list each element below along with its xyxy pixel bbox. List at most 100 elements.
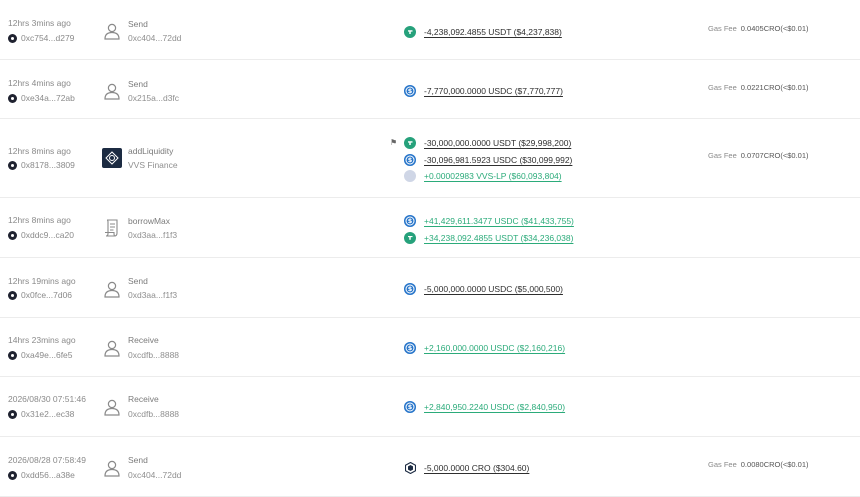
tx-hash[interactable]: 0x8178...3809	[8, 160, 75, 170]
user-icon	[101, 80, 123, 102]
transaction-list: 12hrs 3mins ago 0xc754...d279 Send 0xc40…	[0, 0, 860, 497]
tx-hash[interactable]: 0x0fce...7d06	[8, 290, 72, 300]
contract-icon	[101, 217, 123, 239]
tx-time: 12hrs 8mins ago	[8, 215, 71, 225]
tx-hash-text[interactable]: 0xc754...d279	[21, 33, 74, 43]
chain-icon	[8, 350, 17, 360]
tx-hash-text[interactable]: 0xdd56...a38e	[21, 470, 75, 480]
usdt-icon	[404, 137, 416, 150]
tx-hash[interactable]: 0xa49e...6fe5	[8, 350, 73, 360]
tx-hash[interactable]: 0xddc9...ca20	[8, 230, 74, 240]
counterparty-address[interactable]: 0xd3aa...f1f3	[128, 290, 177, 300]
token-transfer[interactable]: -7,770,000.0000 USDC ($7,770,777)	[404, 83, 563, 100]
token-transfer[interactable]: +41,429,611.3477 USDC ($41,433,755)	[404, 213, 574, 230]
transaction-row[interactable]: 12hrs 8mins ago 0xddc9...ca20 borrowMax …	[0, 198, 860, 258]
tx-hash-text[interactable]: 0xe34a...72ab	[21, 93, 75, 103]
token-transfer[interactable]: +34,238,092.4855 USDT ($34,236,038)	[404, 230, 574, 247]
token-transfer[interactable]: +0.00002983 VVS-LP ($60,093,804)	[404, 168, 572, 185]
tx-time: 14hrs 23mins ago	[8, 335, 76, 345]
action-name: Send	[128, 79, 148, 89]
token-amount[interactable]: -30,096,981.5923 USDC ($30,099,992)	[424, 155, 572, 165]
chain-icon	[8, 409, 17, 419]
counterparty-address[interactable]: 0xd3aa...f1f3	[128, 230, 177, 240]
user-icon	[101, 278, 123, 300]
usdt-icon	[404, 26, 416, 39]
token-amount[interactable]: +41,429,611.3477 USDC ($41,433,755)	[424, 216, 574, 226]
transaction-row[interactable]: 12hrs 19mins ago 0x0fce...7d06 Send 0xd3…	[0, 258, 860, 318]
usdc-icon	[404, 153, 416, 166]
token-transfer[interactable]: +2,840,950.2240 USDC ($2,840,950)	[404, 399, 565, 416]
chain-icon	[8, 33, 17, 43]
tx-hash-text[interactable]: 0xddc9...ca20	[21, 230, 74, 240]
user-icon	[101, 457, 123, 479]
counterparty-address[interactable]: 0xc404...72dd	[128, 33, 181, 43]
usdc-icon	[404, 215, 416, 228]
token-transfers: -4,238,092.4855 USDT ($4,237,838)	[404, 24, 562, 41]
transaction-row[interactable]: 14hrs 23mins ago 0xa49e...6fe5 Receive 0…	[0, 318, 860, 377]
token-transfer[interactable]: +2,160,000.0000 USDC ($2,160,216)	[404, 340, 565, 357]
tx-time: 2026/08/28 07:58:49	[8, 455, 86, 465]
counterparty-address[interactable]: VVS Finance	[128, 160, 178, 170]
gas-fee-label: Gas Fee	[708, 24, 737, 33]
token-transfer[interactable]: -30,000,000.0000 USDT ($29,998,200)	[404, 135, 572, 152]
transaction-row[interactable]: 12hrs 8mins ago 0x8178...3809 addLiquidi…	[0, 119, 860, 198]
transaction-row[interactable]: 12hrs 3mins ago 0xc754...d279 Send 0xc40…	[0, 0, 860, 60]
gas-fee: Gas Fee 0.0707CRO(<$0.01)	[708, 151, 809, 160]
chain-icon	[8, 230, 17, 240]
gas-fee-value: 0.0221CRO(<$0.01)	[740, 83, 809, 92]
tx-hash-text[interactable]: 0x8178...3809	[21, 160, 75, 170]
tx-time: 12hrs 3mins ago	[8, 18, 71, 28]
token-transfer[interactable]: -30,096,981.5923 USDC ($30,099,992)	[404, 152, 572, 169]
gas-fee-value: 0.0405CRO(<$0.01)	[740, 24, 809, 33]
flag-icon[interactable]: ⚑	[390, 138, 397, 147]
token-transfer[interactable]: -4,238,092.4855 USDT ($4,237,838)	[404, 24, 562, 41]
token-amount[interactable]: -30,000,000.0000 USDT ($29,998,200)	[424, 138, 571, 148]
chain-icon	[8, 93, 17, 103]
token-transfer[interactable]: -5,000,000.0000 USDC ($5,000,500)	[404, 281, 563, 298]
gas-fee-label: Gas Fee	[708, 83, 737, 92]
tx-time: 12hrs 8mins ago	[8, 146, 71, 156]
token-amount[interactable]: -4,238,092.4855 USDT ($4,237,838)	[424, 27, 562, 37]
tx-hash-text[interactable]: 0x0fce...7d06	[21, 290, 72, 300]
transaction-row[interactable]: 2026/08/28 07:58:49 0xdd56...a38e Send 0…	[0, 437, 860, 497]
tx-hash-text[interactable]: 0x31e2...ec38	[21, 409, 74, 419]
chain-icon	[8, 290, 17, 300]
counterparty-address[interactable]: 0x215a...d3fc	[128, 93, 179, 103]
token-amount[interactable]: +0.00002983 VVS-LP ($60,093,804)	[424, 171, 562, 181]
vvs-lp-icon	[404, 170, 416, 183]
tx-hash[interactable]: 0xe34a...72ab	[8, 93, 75, 103]
gas-fee-value: 0.0707CRO(<$0.01)	[740, 151, 809, 160]
transaction-row[interactable]: 12hrs 4mins ago 0xe34a...72ab Send 0x215…	[0, 60, 860, 119]
token-transfers: -30,000,000.0000 USDT ($29,998,200) -30,…	[404, 135, 572, 185]
counterparty-address[interactable]: 0xcdfb...8888	[128, 409, 179, 419]
gas-fee-value: 0.0080CRO(<$0.01)	[740, 460, 809, 469]
gas-fee-label: Gas Fee	[708, 460, 737, 469]
token-transfers: +2,160,000.0000 USDC ($2,160,216)	[404, 340, 565, 357]
tx-hash[interactable]: 0xc754...d279	[8, 33, 74, 43]
gas-fee: Gas Fee 0.0405CRO(<$0.01)	[708, 24, 809, 33]
action-name: addLiquidity	[128, 146, 174, 156]
tx-time: 12hrs 19mins ago	[8, 276, 76, 286]
token-amount[interactable]: +34,238,092.4855 USDT ($34,236,038)	[424, 233, 573, 243]
counterparty-address[interactable]: 0xcdfb...8888	[128, 350, 179, 360]
transaction-row[interactable]: 2026/08/30 07:51:46 0x31e2...ec38 Receiv…	[0, 377, 860, 437]
counterparty-address[interactable]: 0xc404...72dd	[128, 470, 181, 480]
token-amount[interactable]: +2,160,000.0000 USDC ($2,160,216)	[424, 343, 565, 353]
token-amount[interactable]: -5,000.0000 CRO ($304.60)	[424, 463, 529, 473]
action-name: Receive	[128, 335, 159, 345]
usdt-icon	[404, 231, 416, 244]
user-icon	[101, 396, 123, 418]
vvs-finance-logo	[102, 148, 122, 168]
token-amount[interactable]: -7,770,000.0000 USDC ($7,770,777)	[424, 86, 563, 96]
tx-hash[interactable]: 0x31e2...ec38	[8, 409, 74, 419]
usdc-icon	[404, 401, 416, 414]
action-name: borrowMax	[128, 216, 171, 226]
token-amount[interactable]: -5,000,000.0000 USDC ($5,000,500)	[424, 284, 563, 294]
gas-fee: Gas Fee 0.0221CRO(<$0.01)	[708, 83, 809, 92]
tx-hash[interactable]: 0xdd56...a38e	[8, 470, 75, 480]
token-transfer[interactable]: -5,000.0000 CRO ($304.60)	[404, 460, 529, 477]
token-amount[interactable]: +2,840,950.2240 USDC ($2,840,950)	[424, 402, 565, 412]
tx-hash-text[interactable]: 0xa49e...6fe5	[21, 350, 73, 360]
token-transfers: +2,840,950.2240 USDC ($2,840,950)	[404, 399, 565, 416]
tx-time: 12hrs 4mins ago	[8, 78, 71, 88]
